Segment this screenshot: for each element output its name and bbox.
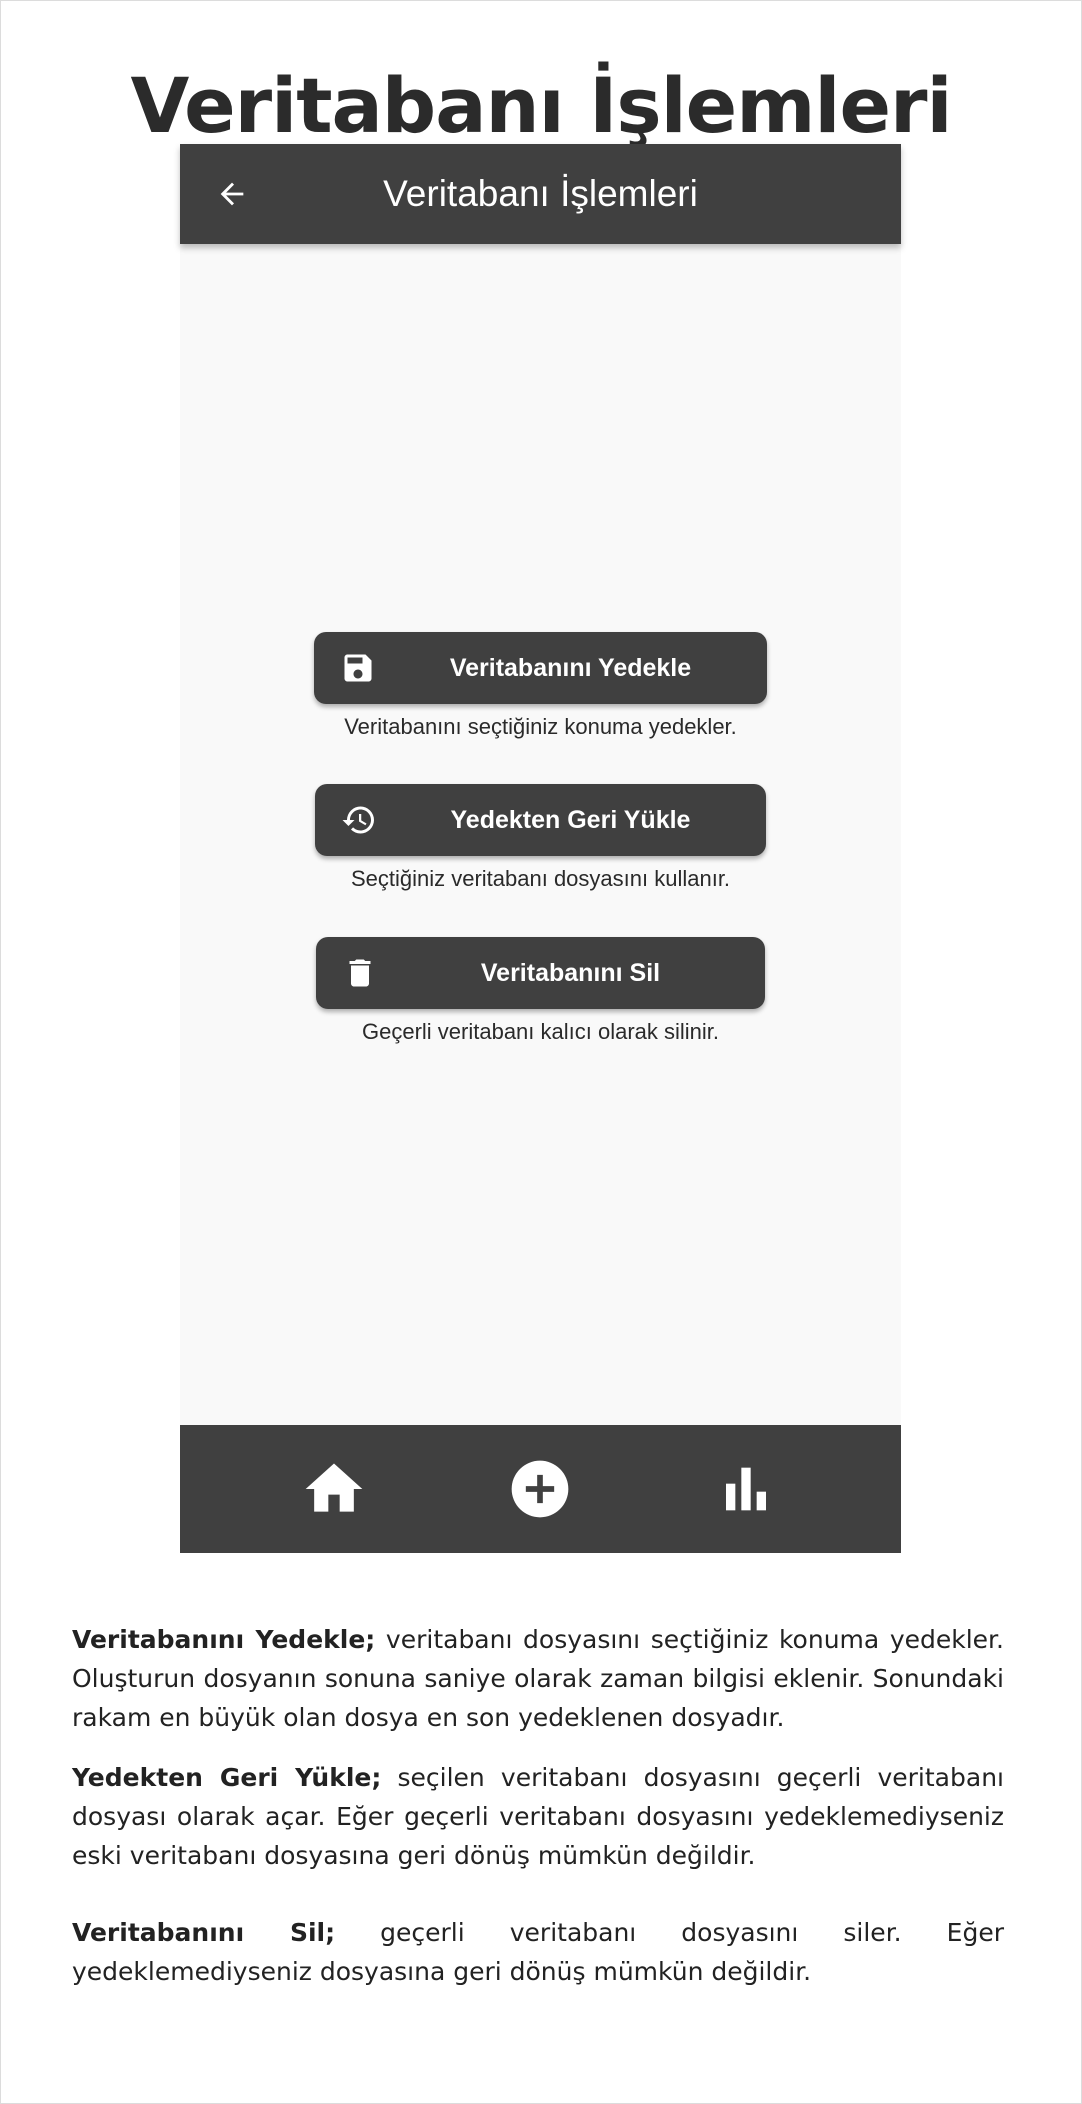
backup-database-label: Veritabanını Yedekle <box>449 654 692 682</box>
explanation-restore: Yedekten Geri Yükle; seçilen veritabanı … <box>72 1758 1004 1875</box>
back-button[interactable] <box>210 172 254 216</box>
delete-database-description: Geçerli veritabanı kalıcı olarak silinir… <box>361 1019 720 1044</box>
nav-statistics-button[interactable] <box>712 1455 780 1523</box>
add-circle-icon <box>511 1460 569 1518</box>
explanation-backup: Veritabanını Yedekle; veritabanı dosyası… <box>72 1620 1004 1737</box>
phone-screen: Veritabanı İşlemleri Veritabanını Yedekl… <box>180 144 901 1553</box>
restore-backup-button[interactable]: Yedekten Geri Yükle <box>315 784 766 856</box>
explanation-restore-term: Yedekten Geri Yükle; <box>72 1763 382 1792</box>
home-icon <box>305 1463 363 1512</box>
trash-icon <box>342 955 378 991</box>
nav-home-button[interactable] <box>300 1455 368 1523</box>
delete-database-label: Veritabanını Sil <box>480 959 661 987</box>
restore-history-icon <box>341 802 377 838</box>
document-title: Veritabanı İşlemleri <box>130 61 952 150</box>
bar-chart-icon <box>726 1467 766 1511</box>
explanation-delete: Veritabanını Sil; geçerli veritabanı dos… <box>72 1913 1004 1991</box>
delete-database-button[interactable]: Veritabanını Sil <box>316 937 765 1009</box>
nav-add-button[interactable] <box>506 1455 574 1523</box>
app-bar: Veritabanı İşlemleri <box>180 144 901 244</box>
restore-backup-label: Yedekten Geri Yükle <box>450 806 691 834</box>
explanation-backup-term: Veritabanını Yedekle; <box>72 1625 376 1654</box>
save-icon <box>340 650 376 686</box>
backup-database-description: Veritabanını seçtiğiniz konuma yedekler. <box>344 714 737 739</box>
bottom-navigation <box>180 1425 901 1553</box>
arrow-left-icon <box>220 182 244 206</box>
backup-database-button[interactable]: Veritabanını Yedekle <box>314 632 767 704</box>
app-bar-title: Veritabanı İşlemleri <box>383 173 698 214</box>
explanation-delete-term: Veritabanını Sil; <box>72 1918 336 1947</box>
restore-backup-description: Seçtiğiniz veritabanı dosyasını kullanır… <box>350 866 731 891</box>
